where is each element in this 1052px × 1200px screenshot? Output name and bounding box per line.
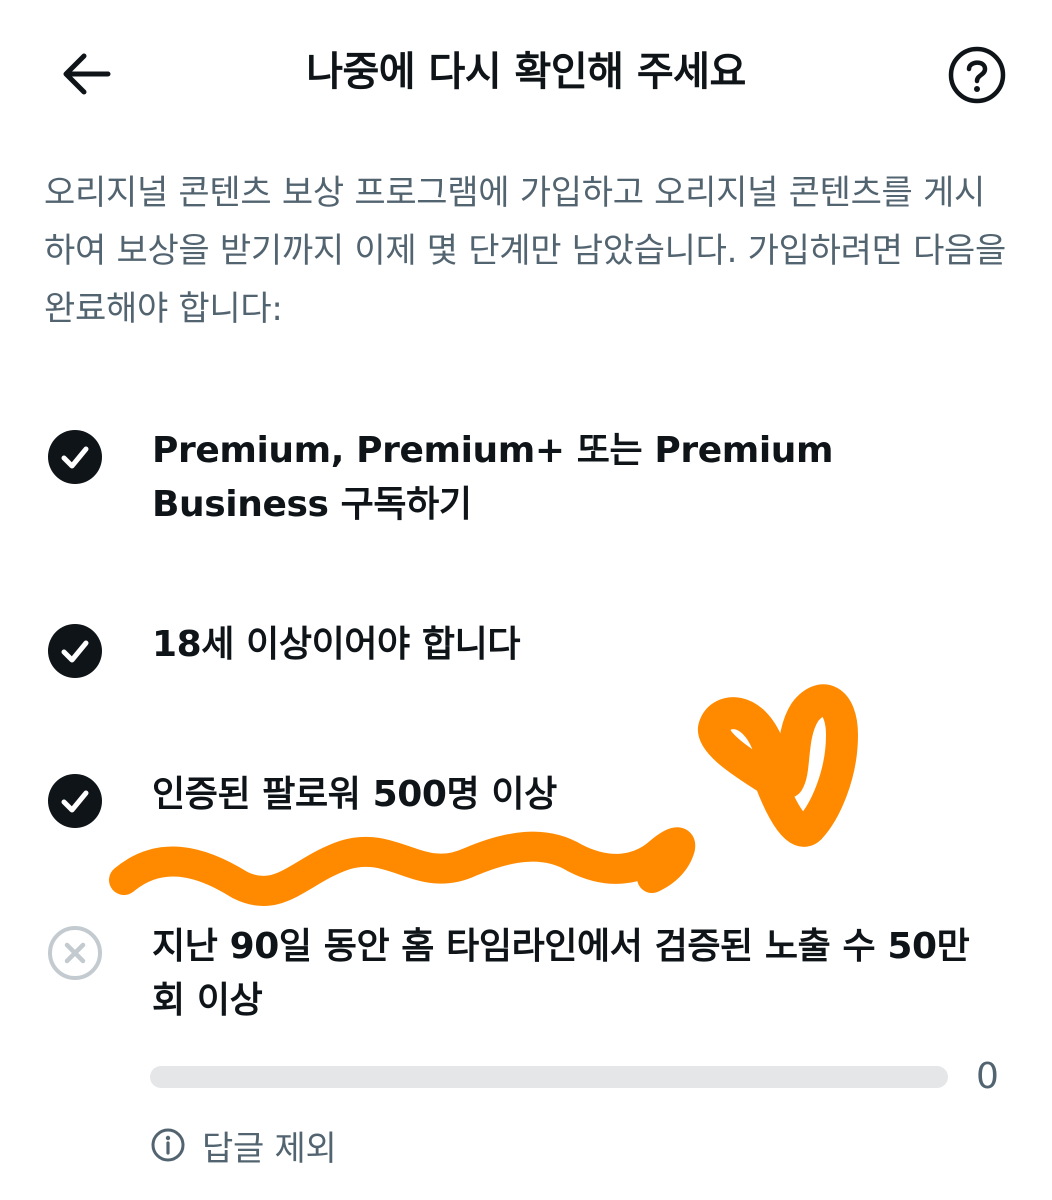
progress-value: 0 <box>976 1056 999 1097</box>
squiggle-underline <box>109 827 696 906</box>
help-circle-icon <box>948 46 1006 104</box>
check-circle-icon <box>48 430 102 484</box>
arrow-left-icon <box>63 53 111 95</box>
requirement-label: 지난 90일 동안 홈 타임라인에서 검증된 노출 수 50만 회 이상 <box>152 926 970 1021</box>
page-title: 나중에 다시 확인해 주세요 <box>306 49 746 95</box>
help-button[interactable] <box>944 42 1010 108</box>
requirement-label: 인증된 팔로워 500명 이상 <box>152 774 557 815</box>
top-bar: 나중에 다시 확인해 주세요 <box>0 0 1052 150</box>
impressions-progress: 0 <box>0 1052 1052 1102</box>
x-circle-icon <box>48 926 102 980</box>
back-button[interactable] <box>56 46 116 102</box>
note-text: 답글 제외 <box>202 1128 337 1169</box>
info-icon <box>151 1128 185 1162</box>
intro-description: 오리지널 콘텐츠 보상 프로그램에 가입하고 오리지널 콘텐츠를 게시하여 보상… <box>44 173 1007 329</box>
check-circle-icon <box>48 624 102 678</box>
progress-bar <box>150 1066 948 1088</box>
requirement-label: 18세 이상이어야 합니다 <box>152 624 521 665</box>
note: 답글 제외 <box>150 1118 337 1172</box>
requirement-label: Premium, Premium+ 또는 Premium Business 구독… <box>152 430 834 525</box>
check-circle-icon <box>48 774 102 828</box>
